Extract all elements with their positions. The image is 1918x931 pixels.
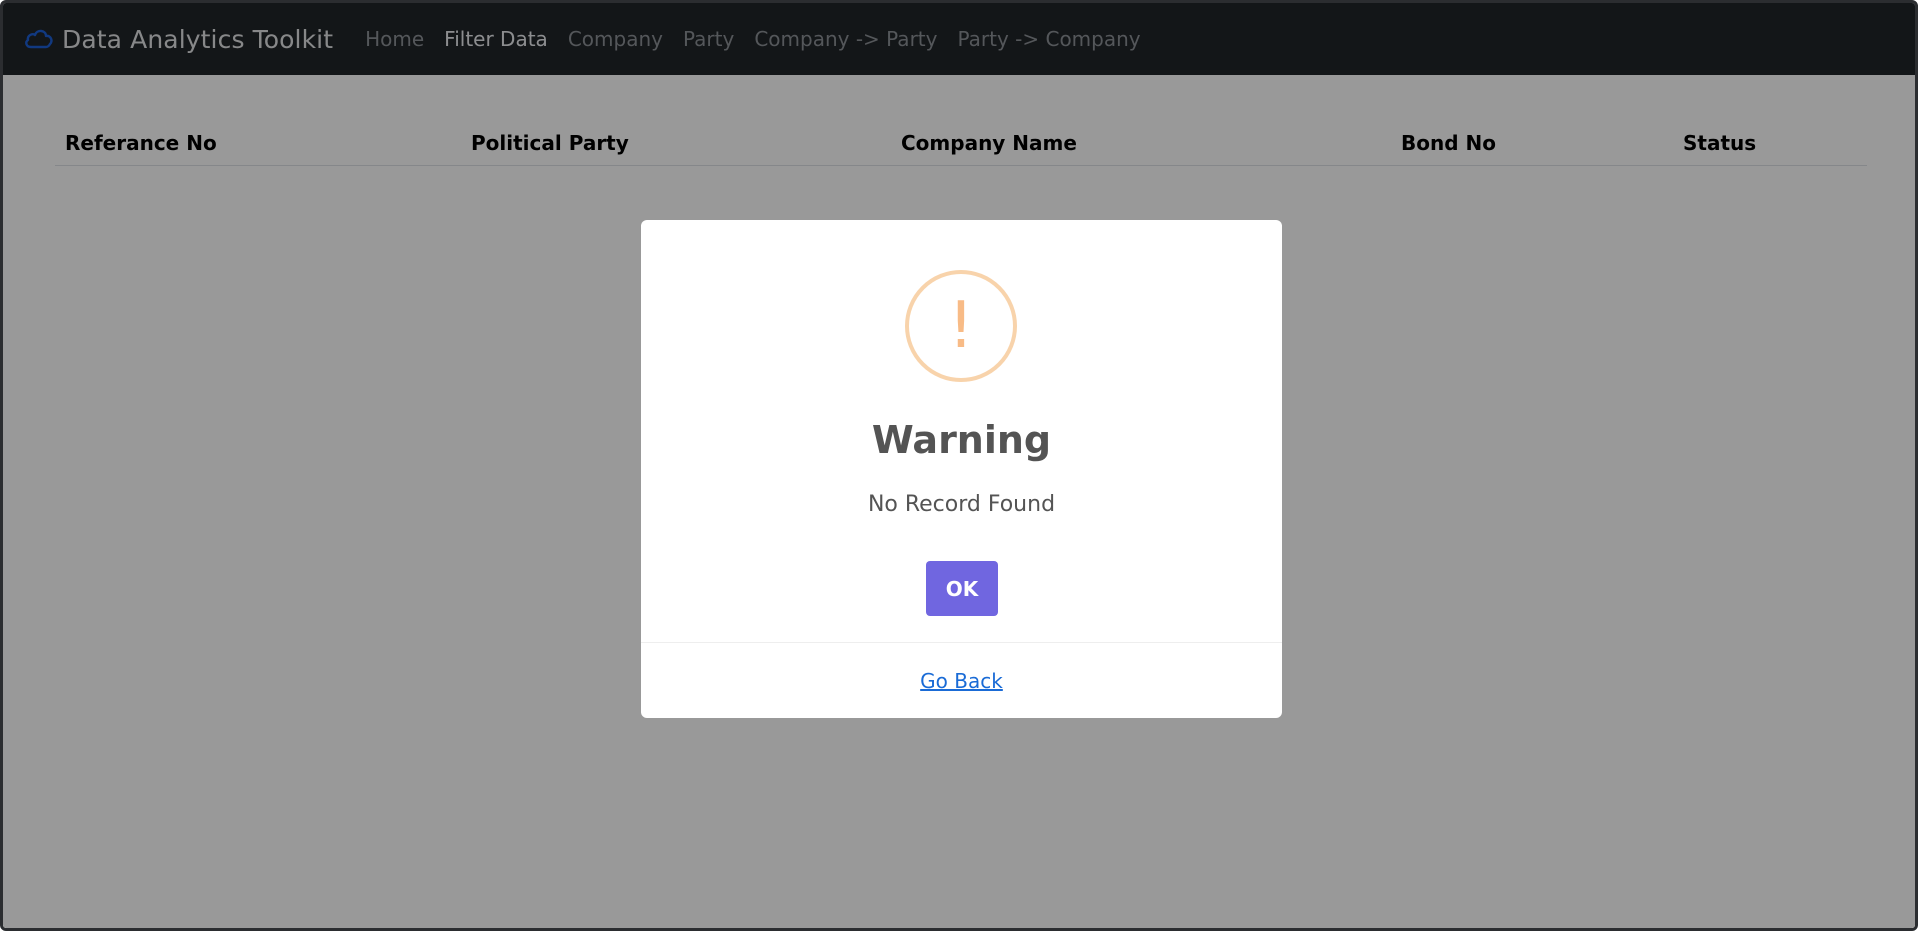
browser-viewport: Data Analytics Toolkit Home Filter Data …: [0, 0, 1918, 931]
go-back-link[interactable]: Go Back: [920, 669, 1003, 693]
warning-dialog: ! Warning No Record Found OK Go Back: [641, 220, 1282, 718]
dialog-title: Warning: [871, 418, 1052, 462]
ok-button[interactable]: OK: [926, 561, 998, 616]
dialog-footer: Go Back: [641, 642, 1282, 719]
warning-glyph: !: [948, 289, 974, 363]
dialog-message: No Record Found: [867, 492, 1056, 517]
warning-icon: !: [905, 270, 1017, 382]
